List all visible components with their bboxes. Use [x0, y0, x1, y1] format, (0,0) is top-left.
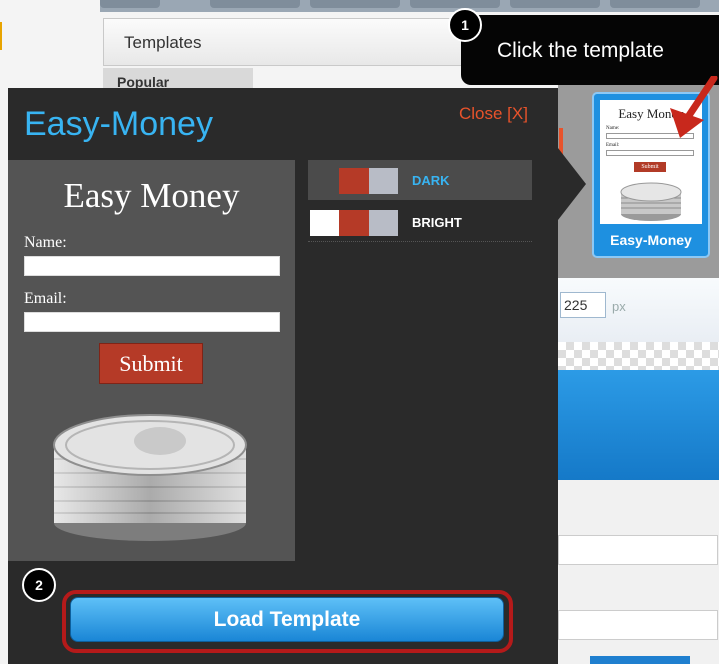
strip-tab[interactable] — [510, 0, 600, 8]
thumbnail-email-label: Email: — [606, 143, 620, 148]
background-form-field[interactable] — [558, 535, 718, 565]
swatch-color — [339, 168, 369, 194]
theme-option-bright[interactable]: BRIGHT — [308, 202, 532, 242]
red-arrow-icon — [670, 76, 718, 138]
theme-label-bright: BRIGHT — [412, 215, 462, 230]
window-edge-accent — [0, 22, 2, 50]
thumbnail-email-field — [606, 150, 694, 156]
strip-tab[interactable] — [610, 0, 700, 8]
template-preview: Easy Money Name: Email: Submit — [8, 160, 295, 561]
dialog-pointer — [558, 148, 586, 220]
strip-tab[interactable] — [100, 0, 160, 8]
step1-badge: 1 — [448, 8, 482, 42]
coin-stack-icon — [53, 414, 247, 541]
swatch-color — [368, 168, 398, 194]
templates-title: Templates — [124, 33, 202, 52]
form-preview-header — [558, 370, 719, 480]
strip-tab[interactable] — [310, 0, 400, 8]
template-preview-dialog: Easy-Money Close [X] Easy Money Name: Em… — [8, 88, 558, 664]
preview-email-field[interactable] — [24, 312, 280, 332]
theme-label-dark: DARK — [412, 173, 450, 188]
theme-swatch-dark — [310, 168, 398, 194]
swatch-color — [310, 168, 340, 194]
thumbnail-name-label: Name: — [606, 126, 620, 131]
thumbnail-submit: Submit — [634, 162, 666, 172]
transparency-preview — [558, 342, 719, 370]
close-button[interactable]: Close [X] — [459, 104, 528, 124]
swatch-color — [368, 210, 398, 236]
step2-badge: 2 — [22, 568, 56, 602]
dialog-title: Easy-Money — [24, 105, 213, 143]
width-input[interactable]: 225 — [560, 292, 606, 318]
thumbnail-coin-icon — [620, 182, 682, 221]
strip-tab[interactable] — [210, 0, 300, 8]
thumbnail-caption: Easy-Money — [610, 232, 692, 248]
background-button-edge — [590, 656, 690, 664]
preview-submit-button[interactable]: Submit — [99, 343, 203, 384]
theme-option-dark[interactable]: DARK — [308, 160, 532, 200]
width-unit-label: px — [612, 299, 626, 314]
theme-swatch-bright — [310, 210, 398, 236]
preview-name-label: Name: — [24, 234, 67, 251]
swatch-color — [339, 210, 369, 236]
background-form-field[interactable] — [558, 610, 718, 640]
preview-email-label: Email: — [24, 290, 67, 307]
step1-callout: Click the template — [461, 15, 719, 85]
top-tab-strip — [100, 0, 719, 12]
swatch-color — [310, 210, 340, 236]
preview-name-field[interactable] — [24, 256, 280, 276]
preview-title: Easy Money — [63, 176, 240, 215]
tab-popular[interactable]: Popular — [103, 68, 253, 90]
load-template-button[interactable]: Load Template — [70, 597, 504, 642]
theme-list: DARK BRIGHT — [308, 160, 532, 248]
step1-callout-text: Click the template — [497, 39, 664, 62]
strip-tab[interactable] — [410, 0, 500, 8]
